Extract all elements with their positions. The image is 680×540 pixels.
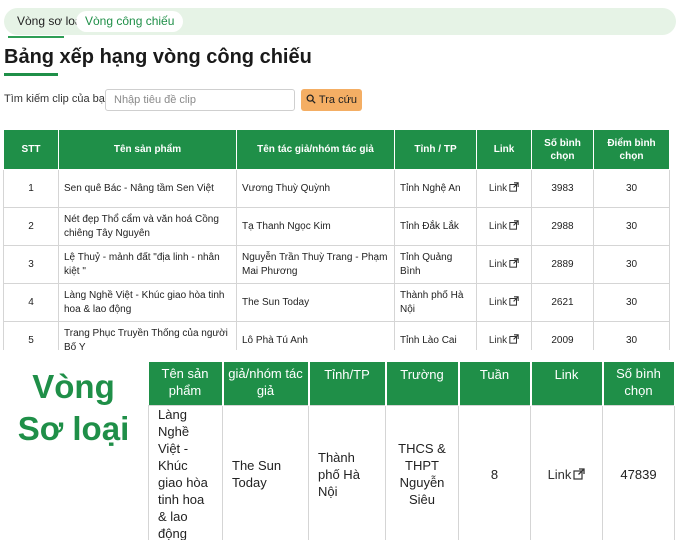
- external-link-icon: [509, 295, 519, 306]
- cell-score: 30: [593, 207, 670, 246]
- tab-bar: Vòng sơ loại Vòng công chiếu: [4, 8, 676, 35]
- header-province: Tỉnh / TP: [394, 129, 477, 170]
- cell-votes: 2988: [531, 207, 594, 246]
- search-button-label: Tra cứu: [318, 94, 358, 106]
- table-row: 2 Nét đẹp Thổ cẩm và văn hoá Cồng chiêng…: [3, 207, 670, 246]
- header-votes: Số bình chọn: [531, 129, 594, 170]
- cell-score: 30: [593, 283, 670, 322]
- header-author: Tên tác giả/nhóm tác giả: [236, 129, 395, 170]
- so-loai-row: Làng Nghề Việt - Khúc giao hòa tinh hoa …: [148, 405, 675, 540]
- cell-votes: 3983: [531, 169, 594, 208]
- so-loai-header-week: Tuần: [458, 362, 532, 406]
- cell-votes: 2621: [531, 283, 594, 322]
- clip-link[interactable]: Link: [488, 257, 519, 270]
- so-loai-cell-school: THCS & THPT Nguyễn Siêu: [385, 405, 459, 540]
- active-tab-indicator: [8, 36, 64, 38]
- so-loai-cell-votes: 47839: [602, 405, 675, 540]
- cell-link: Link: [476, 207, 532, 246]
- clip-link[interactable]: Link: [488, 181, 519, 194]
- so-loai-header-row: Tên sản phẩm Tên tác giả/nhóm tác giả Tỉ…: [148, 362, 676, 406]
- so-loai-cell-province: Thành phố Hà Nội: [308, 405, 386, 540]
- clip-link-label: Link: [488, 182, 508, 194]
- header-score: Điểm bình chọn: [593, 129, 670, 170]
- external-link-icon: [573, 467, 586, 480]
- cell-stt: 4: [3, 283, 59, 322]
- ranking-table: STT Tên sản phẩm Tên tác giả/nhóm tác gi…: [3, 129, 670, 360]
- cell-product: Sen quê Bác - Nâng tầm Sen Việt: [58, 169, 237, 208]
- clip-link-label: Link: [488, 258, 508, 270]
- cell-score: 30: [593, 169, 670, 208]
- cell-stt: 3: [3, 245, 59, 284]
- clip-link[interactable]: Link: [488, 333, 519, 346]
- cell-author: Nguyễn Trần Thuỳ Trang - Phạm Mai Phương: [236, 245, 395, 284]
- so-loai-cell-link: Link: [530, 405, 603, 540]
- so-loai-header-product: Tên sản phẩm: [148, 362, 224, 406]
- clip-link[interactable]: Link: [488, 219, 519, 232]
- cell-province: Tỉnh Đắk Lắk: [394, 207, 477, 246]
- so-loai-header-school: Trường: [385, 362, 460, 406]
- table-row: 3 Lệ Thuỷ - mảnh đất "địa linh - nhân ki…: [3, 245, 670, 284]
- cell-stt: 2: [3, 207, 59, 246]
- tab-vong-cong-chieu[interactable]: Vòng công chiếu: [76, 11, 184, 32]
- cell-province: Tỉnh Quảng Bình: [394, 245, 477, 284]
- header-link: Link: [476, 129, 532, 170]
- search-icon: [306, 94, 316, 107]
- cell-province: Tỉnh Nghệ An: [394, 169, 477, 208]
- header-product: Tên sản phẩm: [58, 129, 237, 170]
- cell-author: Vương Thuỳ Quỳnh: [236, 169, 395, 208]
- cell-score: 30: [593, 245, 670, 284]
- so-loai-cell-author: The Sun Today: [222, 405, 309, 540]
- table-header-row: STT Tên sản phẩm Tên tác giả/nhóm tác gi…: [3, 129, 670, 170]
- so-loai-header-link: Link: [530, 362, 604, 406]
- cell-link: Link: [476, 245, 532, 284]
- so-loai-table: Tên sản phẩm Tên tác giả/nhóm tác giả Tỉ…: [148, 362, 676, 540]
- external-link-icon: [509, 219, 519, 230]
- so-loai-label: Vòng Sơ loại: [17, 368, 130, 447]
- clip-link[interactable]: Link: [488, 295, 519, 308]
- clip-link-label: Link: [488, 220, 508, 232]
- cell-votes: 2889: [531, 245, 594, 284]
- so-loai-clip-link[interactable]: Link: [548, 467, 586, 482]
- so-loai-header-province: Tỉnh/TP: [308, 362, 387, 406]
- header-stt: STT: [3, 129, 59, 170]
- clip-link-label: Link: [488, 334, 508, 346]
- cell-author: The Sun Today: [236, 283, 395, 322]
- clip-link-label: Link: [488, 296, 508, 308]
- search-label: Tìm kiếm clip của bạn: [4, 93, 111, 105]
- cell-province: Thành phố Hà Nội: [394, 283, 477, 322]
- so-loai-header-author: Tên tác giả/nhóm tác giả: [222, 362, 310, 406]
- cell-author: Tạ Thanh Ngọc Kim: [236, 207, 395, 246]
- so-loai-clip-link-label: Link: [547, 466, 572, 482]
- table-row: 4 Làng Nghề Việt - Khúc giao hòa tinh ho…: [3, 283, 670, 322]
- external-link-icon: [509, 257, 519, 268]
- table-row: 1 Sen quê Bác - Nâng tầm Sen Việt Vương …: [3, 169, 670, 208]
- so-loai-header-votes: Số bình chọn: [602, 362, 676, 406]
- page-title: Bảng xếp hạng vòng công chiếu: [4, 46, 312, 68]
- title-underline: [4, 73, 58, 76]
- cell-stt: 1: [3, 169, 59, 208]
- cell-product: Lệ Thuỷ - mảnh đất "địa linh - nhân kiệt…: [58, 245, 237, 284]
- cell-product: Làng Nghề Việt - Khúc giao hòa tinh hoa …: [58, 283, 237, 322]
- cell-link: Link: [476, 169, 532, 208]
- so-loai-cell-week: 8: [458, 405, 531, 540]
- external-link-icon: [509, 333, 519, 344]
- cell-link: Link: [476, 283, 532, 322]
- so-loai-cell-product: Làng Nghề Việt - Khúc giao hòa tinh hoa …: [148, 405, 223, 540]
- cell-product: Nét đẹp Thổ cẩm và văn hoá Cồng chiêng T…: [58, 207, 237, 246]
- external-link-icon: [509, 181, 519, 192]
- search-button[interactable]: Tra cứu: [301, 89, 362, 111]
- search-input[interactable]: [105, 89, 295, 111]
